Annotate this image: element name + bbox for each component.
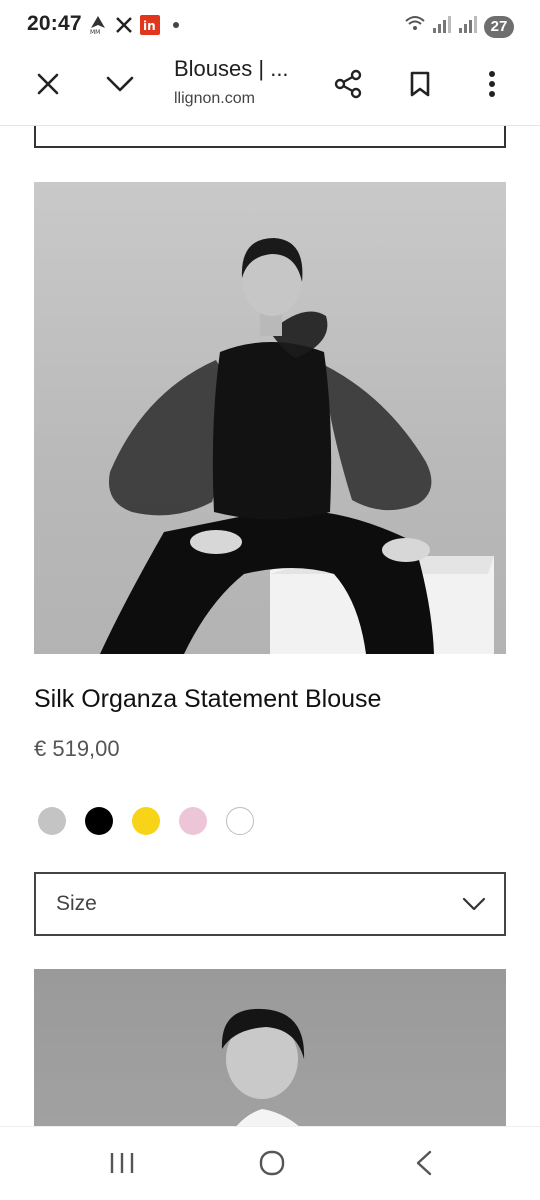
recent-apps-icon[interactable] — [97, 1141, 147, 1185]
chevron-down-icon — [462, 894, 486, 914]
product-image-next[interactable] — [34, 969, 506, 1126]
linkedin-icon: in — [140, 14, 160, 36]
close-icon[interactable] — [26, 62, 70, 106]
nav-arrow-icon: MM — [88, 14, 108, 36]
chevron-down-icon[interactable] — [98, 62, 142, 106]
color-swatch-black[interactable] — [85, 807, 113, 835]
color-swatch-pink[interactable] — [179, 807, 207, 835]
more-menu-icon[interactable] — [470, 62, 514, 106]
color-swatch-yellow[interactable] — [132, 807, 160, 835]
system-nav-bar — [0, 1126, 540, 1200]
color-swatches — [38, 807, 254, 835]
x-logo-icon — [114, 14, 134, 36]
product-price: € 519,00 — [34, 736, 120, 761]
notification-icons: MM in — [88, 14, 186, 36]
previous-size-select[interactable] — [34, 126, 506, 148]
bookmark-icon[interactable] — [398, 62, 442, 106]
signal-icon — [432, 14, 452, 39]
dot-icon — [166, 14, 186, 36]
browser-toolbar: Blouses | ... llignon.com — [0, 52, 540, 126]
svg-text:in: in — [143, 19, 156, 33]
color-swatch-grey[interactable] — [38, 807, 66, 835]
status-time: 20:47 — [27, 12, 82, 35]
status-bar: 20:47 MM in 27 — [0, 0, 540, 52]
product-image[interactable] — [34, 182, 506, 654]
share-icon[interactable] — [326, 62, 370, 106]
size-select-label: Size — [56, 892, 97, 915]
page-title[interactable]: Blouses | ... — [174, 56, 289, 82]
wifi-icon — [404, 14, 426, 39]
size-select[interactable]: Size — [34, 872, 506, 936]
system-icons: 27 — [404, 14, 514, 39]
home-icon[interactable] — [247, 1141, 297, 1185]
battery-badge: 27 — [484, 15, 514, 38]
signal-icon-2 — [458, 14, 478, 39]
back-icon[interactable] — [399, 1141, 449, 1185]
color-swatch-white[interactable] — [226, 807, 254, 835]
page-content: Silk Organza Statement Blouse € 519,00 S… — [0, 126, 540, 1126]
product-name[interactable]: Silk Organza Statement Blouse — [34, 685, 381, 714]
svg-text:MM: MM — [90, 29, 100, 35]
page-url[interactable]: llignon.com — [174, 90, 255, 108]
